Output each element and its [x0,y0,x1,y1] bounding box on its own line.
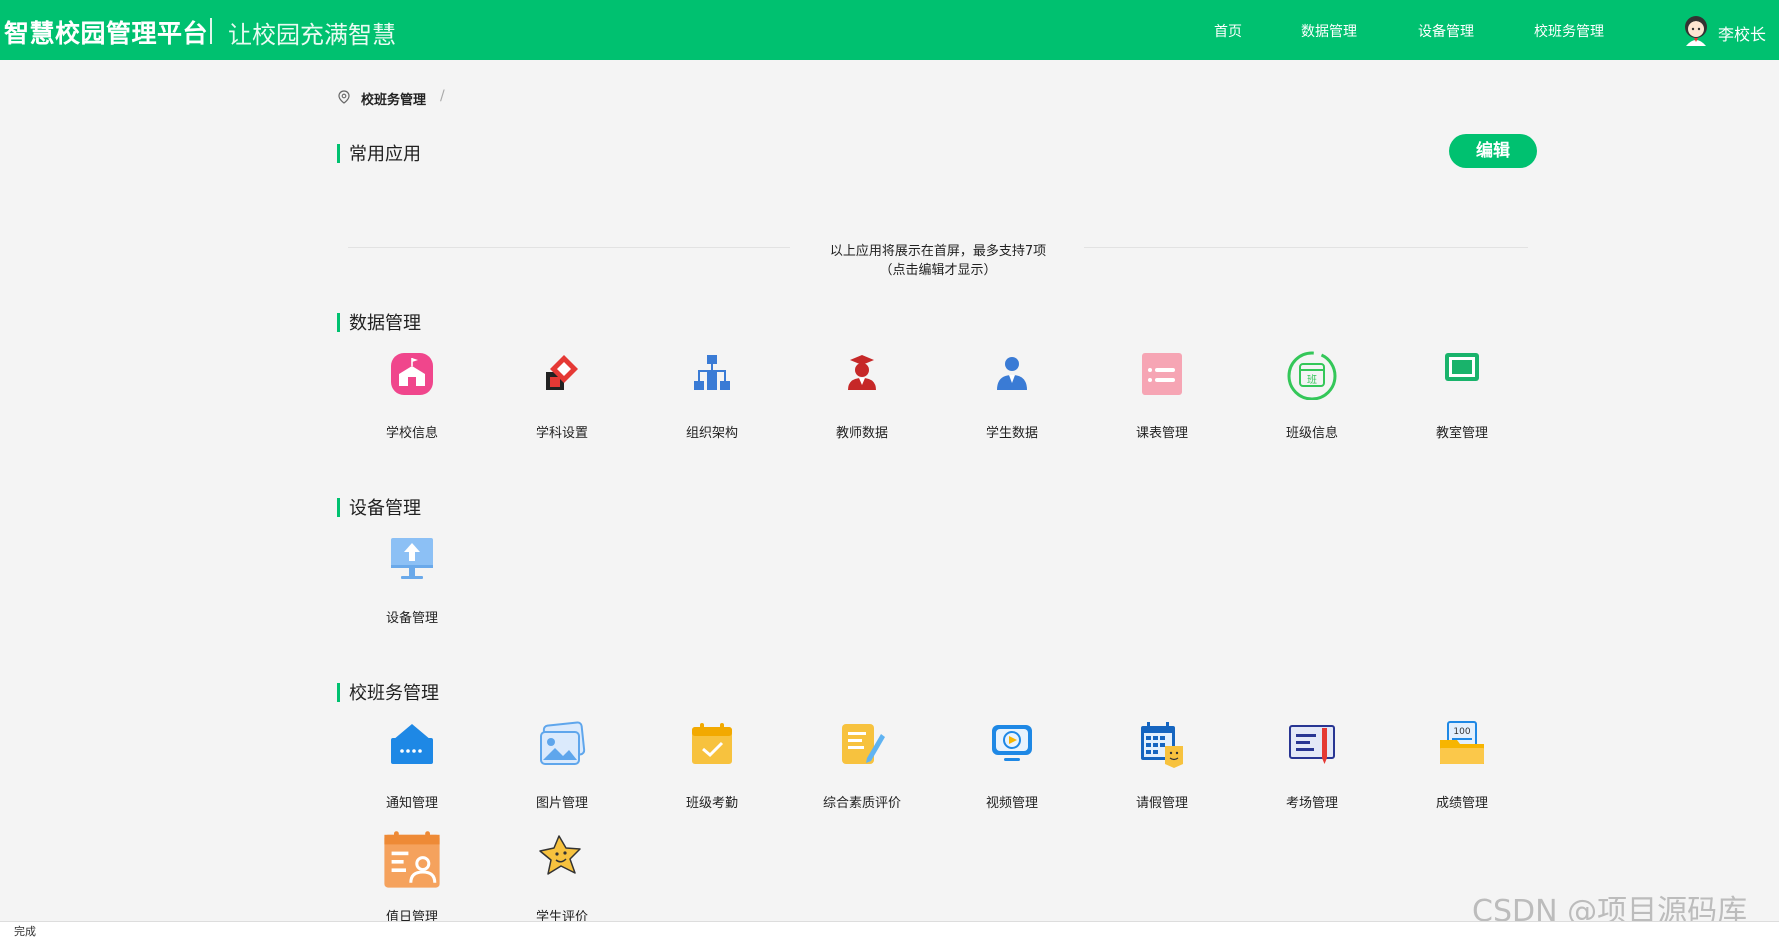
nav-school-affairs[interactable]: 校班务管理 [1534,21,1604,41]
app-label: 班级考勤 [685,796,738,811]
app-duty-management[interactable]: 值日管理 [337,831,487,931]
app-notice-management[interactable]: 通知管理 [337,720,487,820]
app-slogan: 让校园充满智慧 [228,21,396,49]
app-label: 教师数据 [835,426,888,441]
nav-device-management[interactable]: 设备管理 [1418,21,1474,41]
app-video-management[interactable]: 视频管理 [937,720,1087,820]
app-label: 教室管理 [1435,426,1488,441]
app-label: 学生数据 [985,426,1038,441]
section-title-device: 设备管理 [337,494,421,520]
section-title-data: 数据管理 [337,309,421,335]
app-class-attendance[interactable]: 班级考勤 [637,720,787,820]
app-label: 课表管理 [1135,426,1188,441]
app-score-management[interactable]: 100 成绩管理 [1387,720,1537,820]
common-apps-hint-sub: （点击编辑才显示） [879,263,997,278]
quality-eval-icon [842,724,885,764]
app-quality-evaluation[interactable]: 综合素质评价 [787,720,937,820]
device-icon [391,538,433,579]
duty-icon [384,831,440,888]
student-eval-icon [539,835,581,875]
title-divider [210,18,212,44]
image-icon [540,721,586,765]
app-org-structure[interactable]: 组织架构 [637,350,787,450]
app-label: 综合素质评价 [822,796,901,811]
svg-text:班: 班 [1307,374,1317,386]
classroom-icon [1445,353,1479,381]
school-icon [391,353,433,395]
app-label: 组织架构 [685,426,738,441]
section-title-common-apps: 常用应用 [337,140,421,166]
attendance-icon [692,723,732,764]
divider-right [1084,247,1528,248]
app-teacher-data[interactable]: 教师数据 [787,350,937,450]
app-label: 学校信息 [385,426,438,441]
app-student-data[interactable]: 学生数据 [937,350,1087,450]
breadcrumb-separator: / [440,88,445,104]
browser-status-bar: 完成 [0,921,1779,938]
section-title-affairs: 校班务管理 [337,679,439,705]
timetable-icon [1142,353,1182,395]
common-apps-hint: 以上应用将展示在首屏，最多支持7项 [829,244,1047,259]
app-label: 通知管理 [385,796,438,811]
leave-icon [1141,722,1183,768]
nav-data-management[interactable]: 数据管理 [1301,21,1357,41]
app-label: 考场管理 [1285,796,1338,811]
app-label: 视频管理 [985,796,1038,811]
class-icon: 班 [1287,351,1337,400]
app-leave-management[interactable]: 请假管理 [1087,720,1237,820]
teacher-icon [848,355,876,390]
edit-button[interactable]: 编辑 [1449,134,1537,168]
app-school-info[interactable]: 学校信息 [337,350,487,450]
app-label: 成绩管理 [1435,796,1488,811]
app-label: 请假管理 [1135,796,1188,811]
app-timetable[interactable]: 课表管理 [1087,350,1237,450]
breadcrumb-current[interactable]: 校班务管理 [361,89,426,108]
app-title: 智慧校园管理平台 [4,19,209,48]
divider-left [348,247,790,248]
app-label: 图片管理 [535,796,588,811]
app-device-management[interactable]: 设备管理 [337,535,487,635]
student-icon [997,357,1027,390]
svg-text:100: 100 [1453,727,1470,737]
app-class-info[interactable]: 班 班级信息 [1237,350,1387,450]
status-text: 完成 [14,925,36,938]
score-icon: 100 [1440,721,1484,764]
app-label: 班级信息 [1285,426,1338,441]
subject-icon [546,355,578,390]
app-student-evaluation[interactable]: 学生评价 [487,831,637,931]
org-chart-icon [694,355,730,390]
exam-room-icon [1289,725,1335,764]
user-avatar-icon[interactable] [1682,14,1710,46]
app-classroom[interactable]: 教室管理 [1387,350,1537,450]
video-icon [992,725,1032,761]
nav-home[interactable]: 首页 [1214,21,1242,41]
app-image-management[interactable]: 图片管理 [487,720,637,820]
location-pin-icon [338,90,350,104]
app-label: 设备管理 [385,611,438,626]
notice-icon [391,724,433,764]
username[interactable]: 李校长 [1718,21,1766,45]
app-subject-settings[interactable]: 学科设置 [487,350,637,450]
app-exam-room[interactable]: 考场管理 [1237,720,1387,820]
app-label: 学科设置 [535,426,588,441]
top-navigation-bar: 智慧校园管理平台 让校园充满智慧 首页 数据管理 设备管理 校班务管理 李校长 [0,0,1779,60]
